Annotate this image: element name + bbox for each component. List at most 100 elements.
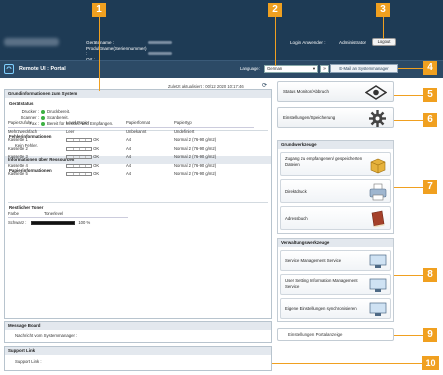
callout-line	[275, 14, 276, 66]
paper-format: A4	[126, 162, 132, 168]
printer-status: Druckbereit.	[41, 109, 70, 114]
product-label: Produktname(Seriennummer) :	[86, 45, 147, 57]
paper-format: Unbekannt	[126, 129, 147, 135]
callout-7: 7	[423, 180, 437, 194]
paper-level-cell: OK	[66, 161, 126, 169]
basic-tools-group: Grundwerkzeuge Zugang zu empfangenen/ ge…	[277, 140, 394, 234]
table-row: Schwarz : 100 %	[8, 220, 128, 226]
language-select-value: German	[267, 65, 283, 71]
paper-source: Kassette 1	[8, 137, 28, 143]
login-user-value: Administrator	[339, 40, 367, 45]
admin-tools-title: Verwaltungswerkzeuge	[278, 239, 393, 247]
status-monitor-button[interactable]: Status Monitor/Abbruch	[277, 81, 394, 102]
paper-format: A4	[126, 171, 132, 177]
address-book-icon	[371, 210, 385, 228]
callout-8: 8	[423, 268, 437, 282]
login-user-label: Login Anwender :	[290, 40, 326, 45]
paper-source: Kassette 2	[8, 145, 28, 151]
toner-level-fill	[32, 221, 75, 225]
device-name-value	[148, 41, 172, 45]
language-apply-button[interactable]: »	[320, 64, 329, 73]
toner-level-bar	[31, 220, 76, 226]
received-files-label: Zugang zu empfangenen/ gespeicherten Dat…	[285, 156, 363, 167]
logout-button[interactable]: Logout	[372, 38, 396, 46]
paper-format: A4	[126, 137, 132, 143]
printer-icon	[369, 183, 387, 201]
printer-status-value: Druckbereit.	[47, 109, 71, 114]
callout-line	[99, 14, 100, 91]
toner-col-color: Farbe	[8, 211, 19, 216]
eye-icon	[365, 85, 387, 100]
device-status-title: Gerätstatus	[9, 101, 34, 106]
table-row: Kassette 1 OK A4 Normal 2 (76-90 g/m2)	[8, 136, 254, 144]
paper-type: Normal 2 (76-90 g/m2)	[174, 171, 217, 177]
support-link-title: Support Link	[5, 347, 271, 355]
paper-level-cell: OK	[66, 136, 126, 144]
paper-format: A4	[126, 145, 132, 151]
settings-label: Einstellungen/Speicherung	[283, 115, 336, 120]
callout-line	[394, 95, 423, 96]
paper-type: Undefiniert	[174, 129, 195, 135]
status-ok-icon	[41, 109, 45, 114]
status-monitor-label: Status Monitor/Abbruch	[283, 89, 329, 94]
paper-level-cell: OK	[66, 144, 126, 152]
sync-settings-label: Eigene Einstellungen synchronisieren	[285, 306, 357, 311]
direct-print-item[interactable]: Direktdruck	[280, 179, 391, 203]
monitor-icon	[369, 278, 387, 292]
settings-registration-button[interactable]: Einstellungen/Speicherung	[277, 107, 394, 128]
toner-title: Restlicher Toner	[9, 205, 44, 210]
paper-type: Normal 2 (76-90 g/m2)	[174, 162, 217, 168]
callout-9: 9	[423, 328, 437, 342]
callout-line	[394, 335, 423, 336]
paper-level-bar	[66, 138, 92, 143]
divider	[8, 202, 268, 203]
support-link-text: Support Link :	[15, 359, 42, 364]
product-value	[148, 52, 172, 56]
table-row: Kassette 2 OK A4 Normal 2 (76-90 g/m2)	[8, 144, 254, 152]
message-board-title: Message Board	[5, 322, 271, 330]
monitor-icon	[369, 254, 387, 268]
callout-5: 5	[423, 88, 437, 102]
table-row: Mehrzweckfach Leer Unbekannt Undefiniert	[8, 127, 254, 135]
message-board-text: Nachricht vom Systemmanager :	[15, 333, 78, 338]
sync-settings-item[interactable]: Eigene Einstellungen synchronisieren	[280, 298, 391, 319]
chevron-down-icon: ▼	[312, 65, 316, 71]
last-updated-text: Zuletzt aktualisiert : 00/12 2020 10:17:…	[168, 83, 244, 89]
basic-tools-title: Grundwerkzeuge	[278, 141, 393, 149]
paper-level: OK	[93, 171, 100, 177]
paper-col-type: Papiertyp	[174, 119, 254, 128]
paper-level-cell: OK	[66, 169, 126, 177]
user-setting-info-item[interactable]: User Setting Information Management Serv…	[280, 274, 391, 295]
email-system-manager-button[interactable]: E-Mail an Systemmanager	[330, 64, 398, 73]
callout-1: 1	[92, 3, 106, 17]
paper-col-format: Papierformat	[126, 119, 174, 128]
paper-level: OK	[93, 137, 100, 143]
paper-level-bar	[66, 163, 92, 168]
portal-display-settings-link[interactable]: Einstellungen Portalanzeige	[277, 328, 394, 341]
paper-source: Kassette 4	[8, 162, 28, 168]
message-board-panel: Message Board Nachricht vom Systemmanage…	[4, 321, 272, 343]
language-select[interactable]: German ▼	[264, 64, 318, 73]
paper-level: OK	[93, 154, 100, 160]
callout-line	[394, 120, 423, 121]
paper-source: Mehrzweckfach	[8, 129, 38, 135]
paper-source: Kassette 5	[8, 171, 28, 177]
callout-line	[383, 14, 384, 39]
address-book-item[interactable]: Adressbuch	[280, 206, 391, 230]
paper-level-bar	[66, 146, 92, 151]
paper-level: OK	[93, 145, 100, 151]
paper-info-table: Papierzufuhr Level Papier Papierformat P…	[8, 119, 254, 178]
paper-table-header: Papierzufuhr Level Papier Papierformat P…	[8, 119, 254, 128]
paper-level: Leer	[66, 129, 75, 135]
paper-source: Kassette 3	[8, 154, 28, 160]
paper-level-bar	[66, 155, 92, 160]
paper-level: OK	[93, 162, 100, 168]
service-management-item[interactable]: Service Management Service	[280, 250, 391, 271]
callout-3: 3	[376, 3, 390, 17]
callout-10: 10	[422, 356, 439, 370]
table-row: Kassette 5 OK A4 Normal 2 (76-90 g/m2)	[8, 169, 254, 177]
paper-type: Normal 2 (76-90 g/m2)	[174, 145, 217, 151]
refresh-icon[interactable]: ⟳	[262, 82, 267, 89]
received-stored-files-item[interactable]: Zugang zu empfangenen/ gespeicherten Dat…	[280, 152, 391, 176]
address-book-label: Adressbuch	[285, 216, 308, 221]
